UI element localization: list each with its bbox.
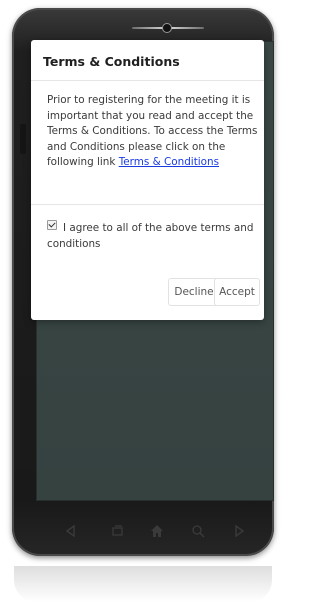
checkbox-label: I agree to all of the above terms and co… — [47, 222, 254, 250]
home-icon[interactable] — [150, 523, 164, 537]
accept-button[interactable]: Accept — [214, 278, 260, 306]
dialog-body: Prior to registering for the meeting it … — [47, 93, 261, 171]
search-icon[interactable] — [191, 523, 205, 538]
back-icon[interactable] — [64, 523, 78, 538]
navigation-bar — [36, 513, 274, 547]
terms-dialog: Terms & Conditions Prior to registering … — [31, 40, 264, 320]
dialog-title: Terms & Conditions — [43, 54, 180, 69]
phone-reflection — [14, 566, 272, 602]
agree-row: I agree to all of the above terms and co… — [47, 220, 261, 252]
menu-icon[interactable] — [232, 523, 246, 538]
decline-button[interactable]: Decline — [168, 278, 220, 306]
terms-link[interactable]: Terms & Conditions — [119, 156, 219, 168]
body-divider — [31, 204, 264, 205]
side-button[interactable] — [20, 124, 26, 154]
recent-apps-icon[interactable] — [110, 523, 124, 537]
title-divider — [31, 80, 264, 81]
agree-checkbox[interactable] — [47, 220, 57, 230]
earpiece — [132, 24, 204, 32]
front-camera-icon — [163, 24, 171, 32]
